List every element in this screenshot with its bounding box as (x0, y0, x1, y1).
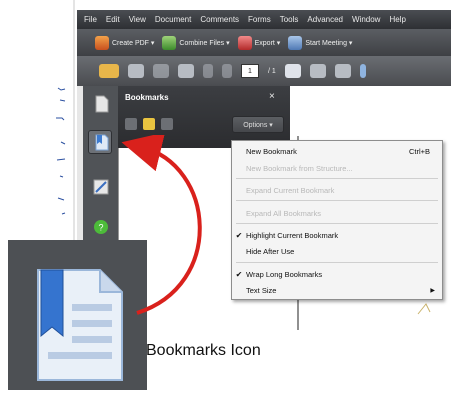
zoom-out-icon[interactable] (334, 64, 351, 78)
create-pdf-button[interactable]: Create PDF ▾ (95, 35, 155, 50)
menu-document[interactable]: Document (155, 15, 191, 24)
export-icon (237, 35, 252, 50)
menu-bar: File Edit View Document Comments Forms T… (77, 10, 451, 29)
pages-icon[interactable] (90, 93, 112, 115)
bookmarks-toolbar (125, 118, 173, 130)
menu-file[interactable]: File (84, 15, 97, 24)
menu-item-new-bookmark[interactable]: New Bookmark Ctrl+B (232, 144, 442, 158)
menu-item-shortcut: Ctrl+B (408, 146, 430, 156)
next-page-icon[interactable] (222, 64, 232, 78)
background-document (0, 0, 77, 240)
combine-files-icon (162, 35, 177, 50)
menu-separator (236, 223, 438, 224)
menu-tools[interactable]: Tools (280, 15, 299, 24)
callout-arrow (121, 135, 202, 315)
page-total: / 1 (268, 67, 276, 75)
email-icon[interactable] (153, 64, 169, 78)
menu-item-label: Text Size (246, 285, 277, 295)
edit-icon[interactable] (178, 64, 194, 78)
bookmark-properties-icon[interactable] (161, 118, 173, 130)
menu-item-wrap-long-bookmarks[interactable]: ✔ Wrap Long Bookmarks (232, 267, 442, 281)
menu-item-label: Highlight Current Bookmark (246, 230, 339, 240)
bookmarks-icon-caption: Bookmarks Icon (146, 342, 261, 359)
menu-edit[interactable]: Edit (106, 15, 120, 24)
new-bookmark-icon[interactable] (143, 118, 155, 130)
options-button[interactable]: Options ▾ (232, 116, 284, 133)
menu-separator (236, 262, 438, 263)
menu-item-new-bookmark-from-structure: New Bookmark from Structure... (232, 161, 442, 175)
file-toolbar: 1 / 1 (77, 56, 451, 86)
menu-item-label: New Bookmark (246, 146, 297, 156)
menu-view[interactable]: View (129, 15, 146, 24)
delete-bookmark-icon[interactable] (125, 118, 137, 130)
menu-item-highlight-current-bookmark[interactable]: ✔ Highlight Current Bookmark (232, 228, 442, 242)
menu-comments[interactable]: Comments (200, 15, 239, 24)
menu-item-text-size[interactable]: Text Size ▶ (232, 283, 442, 297)
document-scribble (56, 0, 75, 240)
export-button[interactable]: Export ▾ (237, 35, 281, 50)
open-folder-icon[interactable] (99, 64, 119, 78)
options-menu: New Bookmark Ctrl+B New Bookmark from St… (231, 140, 443, 300)
create-pdf-icon (95, 35, 109, 50)
bookmarks-panel-title: Bookmarks (125, 93, 169, 102)
menu-help[interactable]: Help (389, 15, 405, 24)
menu-item-label: Expand All Bookmarks (246, 208, 322, 218)
menu-separator (236, 178, 438, 179)
menu-separator (236, 200, 438, 201)
menu-item-label: Wrap Long Bookmarks (246, 269, 323, 279)
combine-files-button[interactable]: Combine Files ▾ (162, 35, 230, 50)
close-icon[interactable]: × (269, 91, 275, 102)
menu-advanced[interactable]: Advanced (307, 15, 343, 24)
menu-window[interactable]: Window (352, 15, 380, 24)
start-meeting-icon (288, 35, 303, 50)
combine-files-label: Combine Files ▾ (179, 39, 230, 47)
zoom-in-icon[interactable] (359, 64, 366, 78)
menu-item-label: Expand Current Bookmark (246, 185, 335, 195)
menu-item-label: New Bookmark from Structure... (246, 163, 353, 173)
menu-item-expand-all-bookmarks: Expand All Bookmarks (232, 206, 442, 220)
create-pdf-label: Create PDF ▾ (112, 39, 155, 47)
task-toolbar: Create PDF ▾ Combine Files ▾ Export ▾ St… (77, 29, 451, 56)
start-meeting-button[interactable]: Start Meeting ▾ (288, 35, 353, 50)
menu-item-label: Hide After Use (246, 246, 295, 256)
page-number-field[interactable]: 1 (241, 64, 259, 78)
menu-item-hide-after-use[interactable]: Hide After Use (232, 244, 442, 258)
export-label: Export ▾ (254, 39, 281, 47)
submenu-arrow-icon: ▶ (430, 287, 435, 294)
previous-page-icon[interactable] (203, 64, 213, 78)
select-cursor-icon[interactable] (284, 64, 301, 78)
hand-tool-icon[interactable] (309, 64, 326, 78)
menu-item-expand-current-bookmark: Expand Current Bookmark (232, 183, 442, 197)
print-icon[interactable] (128, 64, 144, 78)
menu-forms[interactable]: Forms (248, 15, 271, 24)
start-meeting-label: Start Meeting ▾ (305, 39, 353, 47)
